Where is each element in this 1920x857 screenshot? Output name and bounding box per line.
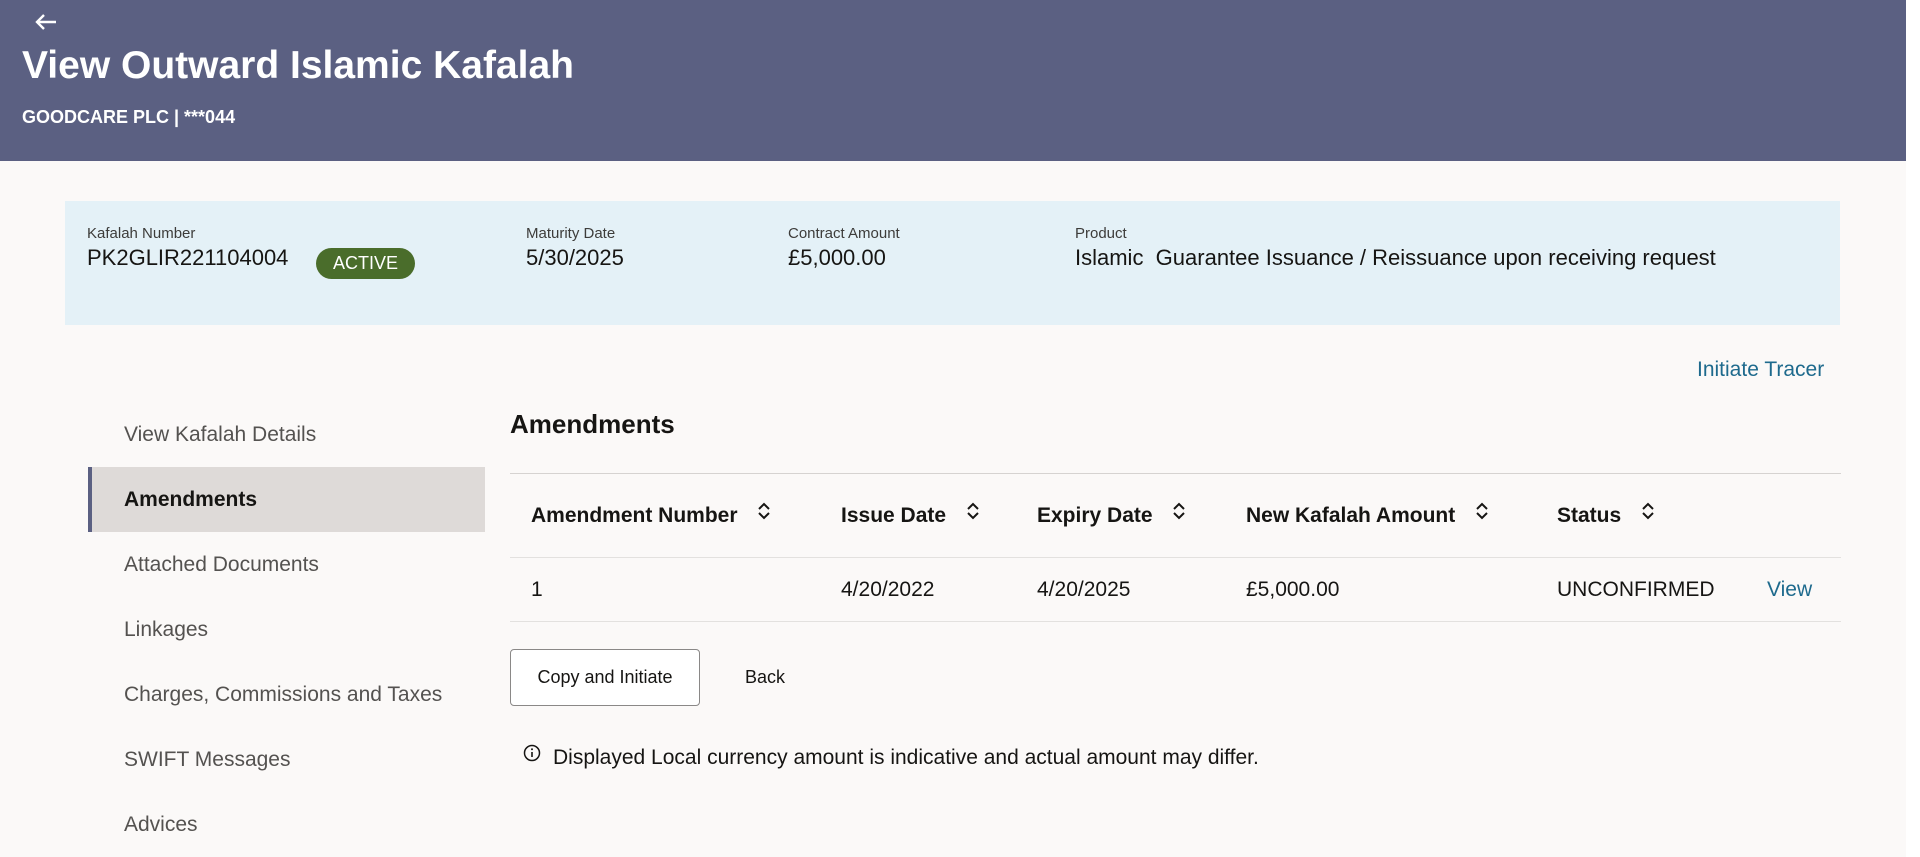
scrollbar[interactable] [1906, 0, 1920, 857]
expiry-date-cell: 4/20/2025 [1037, 578, 1131, 601]
column-header-new-kafalah-amount[interactable]: New Kafalah Amount [1246, 474, 1489, 557]
sort-icon[interactable] [966, 473, 980, 556]
column-header-issue-date[interactable]: Issue Date [841, 474, 980, 557]
sort-icon[interactable] [757, 473, 771, 556]
new-amount-cell: £5,000.00 [1246, 578, 1340, 601]
info-icon [523, 744, 541, 768]
column-label: Expiry Date [1037, 504, 1153, 527]
party-account-subtitle: GOODCARE PLC | ***044 [22, 107, 236, 127]
currency-disclaimer: Displayed Local currency amount is indic… [523, 744, 1259, 770]
table-header-row: Amendment Number Issue Date Expiry Date … [510, 474, 1841, 558]
column-header-status[interactable]: Status [1557, 474, 1655, 557]
contract-amount-label: Contract Amount [788, 225, 900, 242]
maturity-date-value: 5/30/2025 [526, 245, 624, 270]
kafalah-summary-panel: Kafalah Number PK2GLIR221104004 ACTIVE M… [65, 201, 1840, 325]
sidebar-item-attached-documents[interactable]: Attached Documents [88, 532, 485, 597]
view-amendment-link[interactable]: View [1767, 558, 1812, 621]
column-header-expiry-date[interactable]: Expiry Date [1037, 474, 1186, 557]
kafalah-number-block: Kafalah Number PK2GLIR221104004 [87, 225, 288, 271]
product-block: Product Islamic Guarantee Issuance / Rei… [1075, 225, 1716, 271]
page-header: View Outward Islamic Kafalah GOODCARE PL… [0, 0, 1906, 161]
sort-icon[interactable] [1641, 473, 1655, 556]
back-button[interactable]: Back [730, 649, 800, 706]
sort-icon[interactable] [1172, 473, 1186, 556]
amendment-number-cell: 1 [531, 578, 543, 601]
copy-and-initiate-button[interactable]: Copy and Initiate [510, 649, 700, 706]
sidebar-item-amendments[interactable]: Amendments [88, 467, 485, 532]
status-badge: ACTIVE [316, 248, 416, 279]
maturity-date-label: Maturity Date [526, 225, 616, 242]
table-row: 1 4/20/2022 4/20/2025 £5,000.00 UNCONFIR… [510, 558, 1841, 622]
sort-icon[interactable] [1475, 473, 1489, 556]
product-value: Islamic Guarantee Issuance / Reissuance … [1075, 245, 1716, 270]
column-label: Amendment Number [531, 504, 738, 527]
back-arrow-icon[interactable] [32, 10, 60, 34]
product-label: Product [1075, 225, 1127, 242]
amendments-table: Amendment Number Issue Date Expiry Date … [510, 474, 1841, 622]
column-label: Status [1557, 504, 1622, 527]
sidebar-item-charges-commissions-taxes[interactable]: Charges, Commissions and Taxes [88, 662, 485, 727]
sidebar-item-linkages[interactable]: Linkages [88, 597, 485, 662]
contract-amount-value: £5,000.00 [788, 245, 886, 270]
kafalah-number-label: Kafalah Number [87, 225, 196, 242]
status-cell: UNCONFIRMED [1557, 578, 1715, 601]
column-label: Issue Date [841, 504, 947, 527]
sidebar-item-advices[interactable]: Advices [88, 792, 485, 857]
sidebar-item-swift-messages[interactable]: SWIFT Messages [88, 727, 485, 792]
column-label: New Kafalah Amount [1246, 504, 1456, 527]
column-header-amendment-number[interactable]: Amendment Number [531, 474, 771, 557]
disclaimer-text: Displayed Local currency amount is indic… [553, 746, 1259, 769]
initiate-tracer-link[interactable]: Initiate Tracer [1697, 358, 1824, 382]
maturity-date-block: Maturity Date 5/30/2025 [526, 225, 624, 271]
side-navigation: View Kafalah Details Amendments Attached… [88, 402, 485, 857]
kafalah-number-value: PK2GLIR221104004 [87, 245, 289, 270]
issue-date-cell: 4/20/2022 [841, 578, 935, 601]
app-window: View Outward Islamic Kafalah GOODCARE PL… [0, 0, 1906, 857]
section-title: Amendments [510, 409, 675, 439]
sidebar-item-view-kafalah-details[interactable]: View Kafalah Details [88, 402, 485, 467]
page-title: View Outward Islamic Kafalah [22, 44, 574, 87]
contract-amount-block: Contract Amount £5,000.00 [788, 225, 900, 271]
